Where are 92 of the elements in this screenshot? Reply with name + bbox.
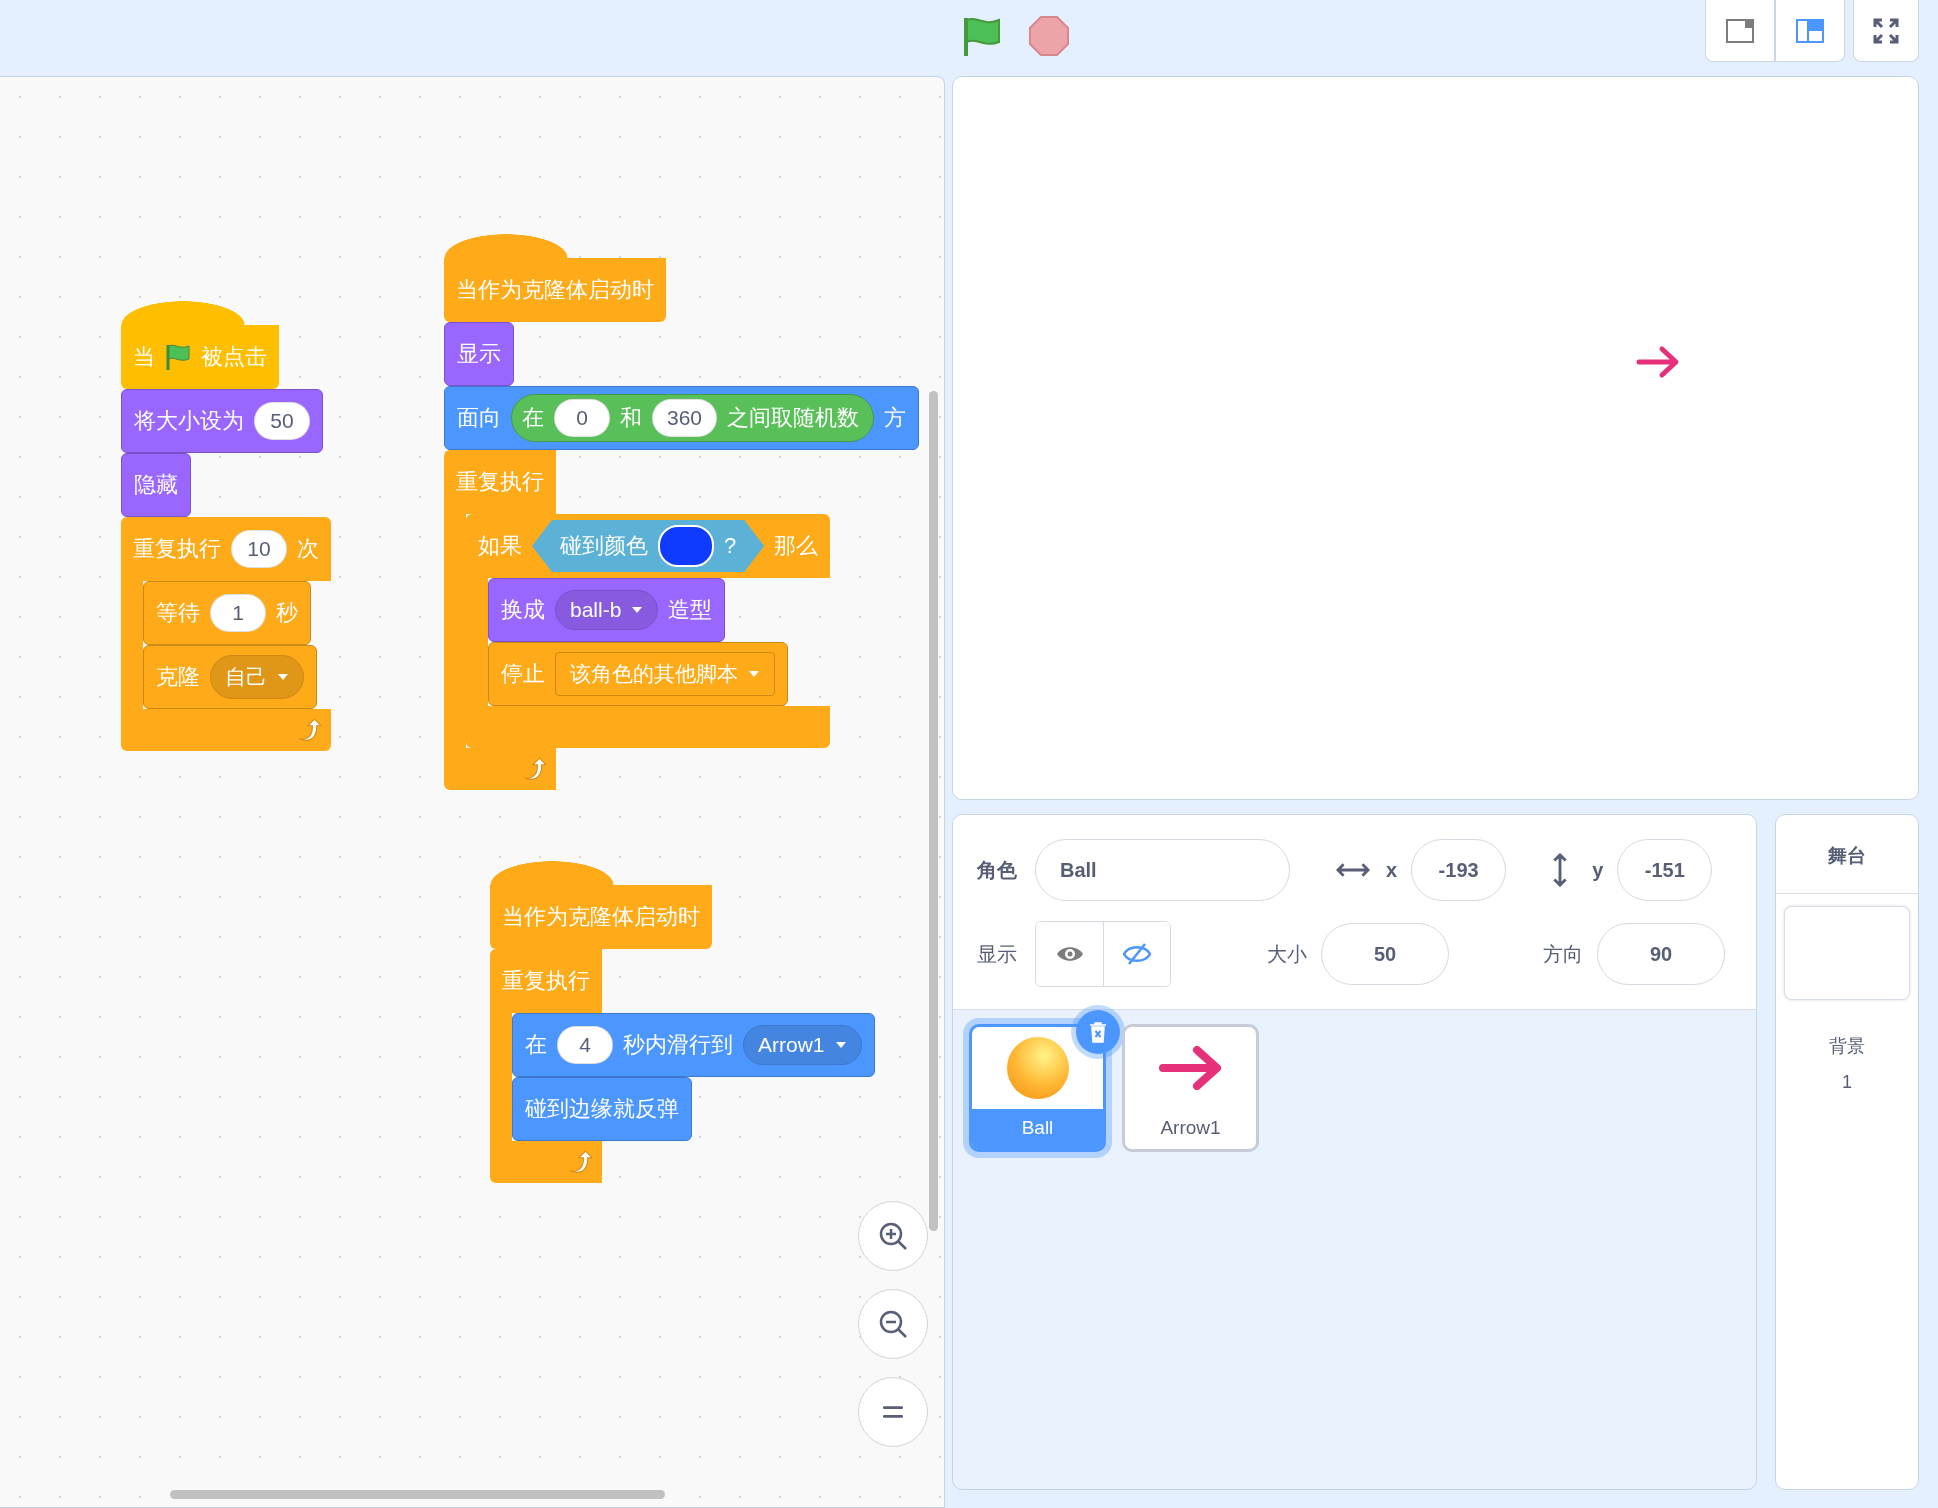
dropdown-menu[interactable]: Arrow1 bbox=[743, 1025, 862, 1065]
code-block[interactable]: 将大小设为 50 bbox=[121, 389, 323, 453]
repeat-block[interactable]: 重复执行 如果 碰到颜色 ? 那么 换成 ball-b 造型 停止 该角色的其他脚本 bbox=[444, 450, 831, 790]
block-label: 当 bbox=[133, 343, 155, 371]
horizontal-scrollbar[interactable] bbox=[170, 1490, 665, 1499]
block-label: 重复执行 bbox=[456, 468, 544, 496]
block-label: 秒内滑行到 bbox=[623, 1031, 733, 1059]
sprite-tile[interactable]: Arrow1 bbox=[1122, 1024, 1259, 1152]
eye-slash-icon bbox=[1123, 942, 1151, 966]
block-label: 被点击 bbox=[201, 343, 267, 371]
ball-sprite-icon bbox=[1005, 1036, 1070, 1100]
dropdown-menu[interactable]: ball-b bbox=[555, 590, 659, 630]
start-flag-icon[interactable] bbox=[962, 15, 1002, 57]
block-label: 如果 bbox=[478, 532, 522, 560]
caret-icon bbox=[631, 606, 644, 614]
stage-layout-button[interactable] bbox=[1775, 0, 1845, 62]
block-label: 碰到颜色 bbox=[560, 532, 648, 560]
caret-icon bbox=[834, 1041, 847, 1049]
operator-reporter[interactable]: 在 0 和 360 之间取随机数 bbox=[511, 394, 875, 442]
code-block[interactable]: 等待 1 秒 bbox=[143, 581, 311, 645]
code-block[interactable]: 在 4 秒内滑行到 Arrow1 bbox=[512, 1013, 875, 1077]
block-label: 秒 bbox=[276, 599, 298, 627]
hide-button[interactable] bbox=[1103, 922, 1170, 986]
block-label: 之间取随机数 bbox=[727, 404, 860, 432]
vertical-arrows-icon bbox=[1552, 853, 1569, 887]
arrow-sprite bbox=[1636, 345, 1680, 379]
sprite-name: Ball bbox=[972, 1109, 1103, 1149]
stop-icon[interactable] bbox=[1028, 15, 1070, 57]
eye-icon bbox=[1055, 944, 1084, 964]
delete-button[interactable] bbox=[1076, 1010, 1120, 1054]
block-label: 克隆 bbox=[156, 663, 200, 691]
arrow-sprite-icon bbox=[1158, 1044, 1223, 1092]
caret-icon bbox=[748, 670, 760, 678]
stage-title: 舞台 bbox=[1776, 815, 1918, 894]
sprite-label: 角色 bbox=[977, 857, 1018, 883]
zoom-out-icon bbox=[877, 1308, 909, 1340]
color-swatch[interactable] bbox=[658, 525, 714, 567]
number-input[interactable]: 1 bbox=[210, 594, 266, 632]
number-input[interactable]: 0 bbox=[554, 399, 610, 437]
caret-icon bbox=[277, 673, 289, 681]
sprite-name: Arrow1 bbox=[1159, 1116, 1222, 1140]
code-block[interactable]: 显示 bbox=[444, 322, 514, 386]
block-label: 在 bbox=[525, 1031, 547, 1059]
block-label: 等待 bbox=[156, 599, 200, 627]
size-label: 大小 bbox=[1267, 941, 1307, 967]
stage-layout-button[interactable] bbox=[1705, 0, 1775, 62]
backdrop-thumbnail[interactable] bbox=[1784, 906, 1910, 1000]
block-label: 在 bbox=[522, 404, 544, 432]
fullscreen-icon bbox=[1873, 17, 1899, 44]
code-block[interactable]: 隐藏 bbox=[121, 453, 191, 517]
block-label: 重复执行 bbox=[502, 967, 590, 995]
direction-label: 方向 bbox=[1543, 941, 1583, 967]
block-label: 碰到边缘就反弹 bbox=[525, 1095, 679, 1123]
block-label: 换成 bbox=[501, 596, 545, 624]
stage-selector[interactable]: 舞台 背景 1 bbox=[1775, 814, 1919, 1490]
fullscreen-button[interactable] bbox=[1853, 0, 1919, 62]
large-stage-icon bbox=[1796, 18, 1824, 43]
block-label: 停止 bbox=[501, 660, 545, 688]
block-label: 当作为克隆体启动时 bbox=[456, 276, 654, 304]
block-label: 和 bbox=[620, 404, 642, 432]
backdrop-label: 背景 bbox=[1829, 1035, 1865, 1058]
repeat-block[interactable]: 重复执行 在 4 秒内滑行到 Arrow1 碰到边缘就反弹 bbox=[490, 949, 875, 1183]
block-label: 显示 bbox=[457, 340, 501, 368]
block-label: 方 bbox=[884, 404, 907, 432]
block-label: 次 bbox=[297, 535, 319, 563]
code-block[interactable]: 换成 ball-b 造型 bbox=[488, 578, 726, 642]
small-stage-icon bbox=[1726, 18, 1754, 43]
block-label: 将大小设为 bbox=[134, 407, 244, 435]
repeat-block[interactable]: 重复执行 10 次 等待 1 秒 克隆 自己 bbox=[121, 517, 331, 751]
block-label: 当作为克隆体启动时 bbox=[502, 903, 700, 931]
block-label: 隐藏 bbox=[134, 471, 178, 499]
flag-icon bbox=[165, 343, 191, 371]
block-label: ? bbox=[724, 533, 737, 559]
y-label: y bbox=[1592, 858, 1604, 882]
if-block[interactable]: 如果 碰到颜色 ? 那么 换成 ball-b 造型 停止 该角色的其他脚本 bbox=[466, 514, 831, 748]
equals-icon bbox=[882, 1405, 904, 1419]
code-block[interactable]: 面向 在 0 和 360 之间取随机数 方 bbox=[444, 386, 920, 450]
block-label: 那么 bbox=[774, 532, 819, 560]
show-label: 显示 bbox=[977, 941, 1018, 967]
block-label: 造型 bbox=[668, 596, 713, 624]
number-input[interactable]: 50 bbox=[254, 402, 310, 440]
backdrop-count: 1 bbox=[1842, 1072, 1852, 1093]
horizontal-arrows-icon bbox=[1336, 862, 1370, 878]
number-input[interactable]: 4 bbox=[557, 1026, 613, 1064]
zoom-in-icon bbox=[877, 1220, 909, 1252]
block-label: 重复执行 bbox=[133, 535, 221, 563]
number-input[interactable]: 10 bbox=[231, 530, 287, 568]
block-label: 面向 bbox=[457, 404, 501, 432]
number-input[interactable]: 360 bbox=[652, 399, 718, 437]
trash-icon bbox=[1088, 1021, 1108, 1043]
x-label: x bbox=[1386, 858, 1398, 882]
vertical-scrollbar[interactable] bbox=[929, 391, 938, 1231]
